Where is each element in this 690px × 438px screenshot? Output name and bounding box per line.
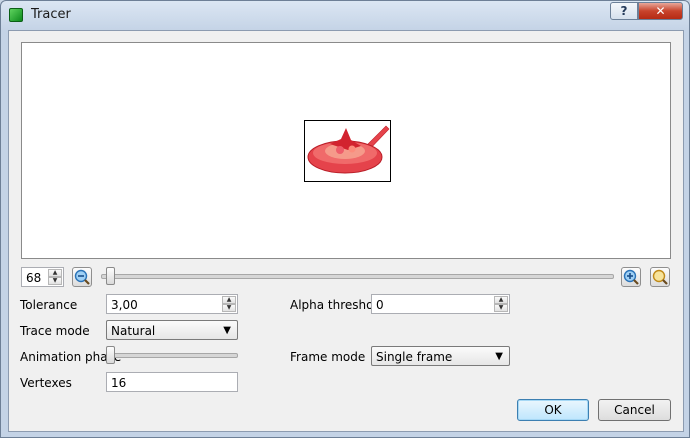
- zoom-fit-icon: [652, 269, 668, 285]
- dialog-body: 68 ▲ ▼ Tolerance 3,00 ▲ ▼ Alpha threshol…: [8, 30, 684, 432]
- zoom-in-button[interactable]: [621, 267, 641, 287]
- animation-phase-thumb[interactable]: [106, 346, 115, 364]
- zoom-spinbox[interactable]: 68 ▲ ▼: [21, 267, 64, 287]
- spin-up-icon[interactable]: ▲: [222, 296, 236, 304]
- spin-up-icon[interactable]: ▲: [48, 269, 62, 277]
- frame-mode-combobox[interactable]: Single frame ▼: [371, 346, 510, 366]
- zoom-fit-button[interactable]: [650, 267, 670, 287]
- zoom-in-icon: [623, 269, 639, 285]
- spin-down-icon[interactable]: ▼: [48, 277, 62, 285]
- vertexes-field: 16: [106, 372, 238, 392]
- trace-mode-value: Natural: [111, 324, 156, 338]
- zoom-out-button[interactable]: [72, 267, 92, 287]
- traced-image: [304, 120, 391, 182]
- ok-button[interactable]: OK: [517, 399, 589, 421]
- tolerance-spinbox[interactable]: 3,00 ▲ ▼: [106, 294, 238, 314]
- alpha-threshold-value: 0: [376, 298, 384, 312]
- chevron-down-icon: ▼: [495, 351, 503, 362]
- zoom-spin-arrows[interactable]: ▲ ▼: [48, 269, 62, 285]
- tolerance-spin-arrows[interactable]: ▲ ▼: [222, 296, 236, 312]
- window-title: Tracer: [31, 7, 71, 22]
- animation-phase-track[interactable]: [106, 353, 238, 358]
- close-button[interactable]: ✕: [638, 2, 683, 20]
- tolerance-value: 3,00: [111, 298, 138, 312]
- spin-up-icon[interactable]: ▲: [494, 296, 508, 304]
- tolerance-label: Tolerance: [20, 298, 78, 312]
- zoom-slider-thumb[interactable]: [106, 267, 115, 285]
- tracer-dialog: Tracer ? ✕ 68 ▲ ▼ Tolerance 3,00 ▲ ▼ Alp…: [0, 0, 690, 438]
- vertexes-value: 16: [111, 376, 127, 390]
- zoom-out-icon: [74, 269, 90, 285]
- trace-mode-combobox[interactable]: Natural ▼: [106, 320, 238, 340]
- help-button[interactable]: ?: [610, 2, 638, 20]
- spin-down-icon[interactable]: ▼: [494, 304, 508, 312]
- close-icon: ✕: [655, 4, 666, 18]
- frame-mode-label: Frame mode: [290, 350, 366, 364]
- vertexes-label: Vertexes: [20, 376, 72, 390]
- cancel-button-label: Cancel: [614, 403, 655, 417]
- zoom-slider-track[interactable]: [101, 274, 614, 279]
- frame-mode-value: Single frame: [376, 350, 453, 364]
- trace-mode-label: Trace mode: [20, 324, 90, 338]
- title-bar[interactable]: Tracer ? ✕: [1, 1, 689, 29]
- zoom-value: 68: [26, 271, 42, 285]
- help-icon: ?: [620, 4, 628, 18]
- cancel-button[interactable]: Cancel: [598, 399, 671, 421]
- alpha-threshold-spinbox[interactable]: 0 ▲ ▼: [371, 294, 510, 314]
- alpha-spin-arrows[interactable]: ▲ ▼: [494, 296, 508, 312]
- trace-preview[interactable]: [21, 42, 671, 259]
- app-cube-icon: [9, 8, 23, 22]
- chevron-down-icon: ▼: [223, 325, 231, 336]
- spin-down-icon[interactable]: ▼: [222, 304, 236, 312]
- ok-button-label: OK: [544, 403, 562, 417]
